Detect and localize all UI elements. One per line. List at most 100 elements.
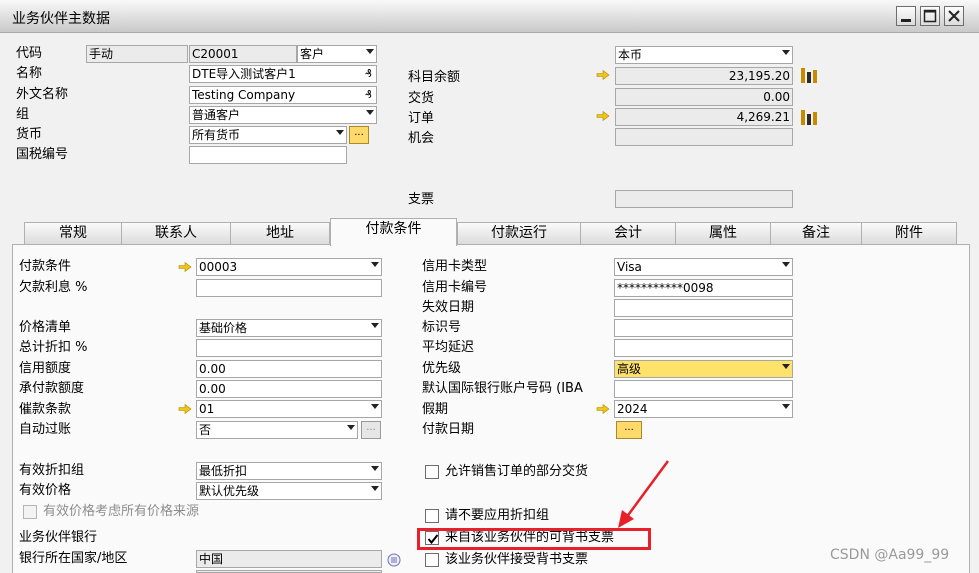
watermark: CSDN @Aa99_99	[830, 547, 950, 563]
chevron-down-icon	[366, 49, 374, 54]
auto-post-select[interactable]: 否	[196, 421, 358, 439]
total-discount-label: 总计折扣 %	[19, 340, 88, 355]
name-field[interactable]: DTE导入测试客户1 ₰	[189, 65, 377, 83]
credit-limit-field[interactable]: 0.00	[196, 360, 382, 378]
card-type-label: 信用卡类型	[422, 259, 488, 274]
avg-delay-field[interactable]	[614, 339, 793, 357]
chevron-down-icon	[782, 262, 790, 267]
holidays-value: 2024	[617, 402, 648, 416]
group-select[interactable]: 普通客户	[189, 106, 377, 124]
link-arrow-icon[interactable]	[178, 404, 192, 414]
accepts-endorsed-checkbox[interactable]	[425, 553, 439, 567]
tab-attachments[interactable]: 附件	[861, 222, 957, 244]
id-number-field[interactable]	[614, 319, 793, 337]
priority-value: 高级	[617, 362, 642, 376]
currency-display-select[interactable]: 本币	[615, 46, 793, 64]
list-icon[interactable]	[387, 553, 401, 567]
payment-dates-ellipsis-button[interactable]: ...	[616, 421, 642, 439]
bp-bank-heading: 业务伙伴银行	[19, 530, 98, 545]
group-value: 普通客户	[192, 108, 241, 122]
link-arrow-icon[interactable]	[178, 262, 192, 272]
maximize-icon[interactable]	[920, 6, 940, 26]
card-number-field[interactable]: ***********0098	[614, 279, 793, 297]
code-field[interactable]: C20001	[189, 45, 297, 63]
dunning-label: 催款条款	[19, 402, 72, 417]
currency-ellipsis-button[interactable]: ...	[349, 126, 369, 144]
bp-type-select[interactable]: 客户	[297, 45, 377, 63]
tab-properties[interactable]: 属性	[675, 222, 771, 244]
tab-addresses[interactable]: 地址	[230, 222, 330, 244]
expiry-field[interactable]	[614, 299, 793, 317]
deliveries-label: 交货	[408, 91, 435, 106]
translate-icon[interactable]: ₰	[365, 87, 372, 103]
orders-field: 4,269.21	[615, 108, 793, 126]
effective-price-value: 默认优先级	[199, 484, 260, 498]
currency-display-value: 本币	[618, 48, 643, 62]
accepts-endorsed-label: 该业务伙伴接受背书支票	[445, 552, 589, 567]
tab-payment-run[interactable]: 付款运行	[457, 222, 581, 244]
tax-id-label: 国税编号	[16, 147, 69, 162]
window-title: 业务伙伴主数据	[12, 11, 110, 27]
dunning-select[interactable]: 01	[196, 400, 382, 418]
avg-delay-label: 平均延迟	[422, 340, 475, 355]
name-value: DTE导入测试客户1	[192, 67, 296, 81]
partial-delivery-checkbox[interactable]	[425, 465, 439, 479]
chevron-down-icon	[371, 404, 379, 409]
tax-id-field[interactable]	[189, 146, 347, 164]
link-arrow-icon[interactable]	[596, 70, 610, 80]
effective-price-select[interactable]: 默认优先级	[196, 482, 382, 500]
bar-chart-icon[interactable]	[800, 66, 818, 84]
priority-select[interactable]: 高级	[614, 360, 793, 378]
checks-field	[615, 190, 793, 208]
interest-label: 欠款利息 %	[19, 280, 88, 295]
id-number-label: 标识号	[422, 320, 462, 335]
card-number-label: 信用卡编号	[422, 280, 488, 295]
price-list-value: 基础价格	[199, 321, 248, 335]
auto-post-label: 自动过账	[19, 422, 72, 437]
bank-country-field[interactable]: 中国	[196, 550, 382, 568]
chevron-down-icon	[782, 50, 790, 55]
tab-payment-terms[interactable]: 付款条件	[330, 218, 457, 246]
group-label: 组	[16, 107, 30, 122]
name-label: 名称	[16, 66, 43, 81]
highlight-box	[417, 528, 651, 550]
auto-post-ellipsis-button[interactable]: ...	[361, 421, 381, 439]
code-mode-field[interactable]: 手动	[86, 45, 188, 63]
holidays-select[interactable]: 2024	[614, 400, 793, 418]
price-list-label: 价格清单	[19, 320, 72, 335]
bar-chart-icon[interactable]	[800, 108, 818, 126]
currency-label: 货币	[16, 127, 43, 142]
commitment-limit-field[interactable]: 0.00	[196, 380, 382, 398]
opportunities-field	[615, 128, 793, 146]
annotation-arrow-icon	[618, 460, 670, 528]
tab-accounting[interactable]: 会计	[580, 222, 676, 244]
foreign-name-field[interactable]: Testing Company ₰	[189, 86, 377, 104]
total-discount-field[interactable]	[196, 339, 382, 357]
discount-group-value: 最低折扣	[199, 464, 248, 478]
minimize-icon[interactable]	[896, 6, 916, 26]
credit-limit-label: 信用额度	[19, 361, 72, 376]
holidays-label: 假期	[422, 402, 449, 417]
tab-general[interactable]: 常规	[24, 222, 122, 244]
payment-terms-label: 付款条件	[19, 259, 72, 274]
link-arrow-icon[interactable]	[596, 404, 610, 414]
discount-group-select[interactable]: 最低折扣	[196, 462, 382, 480]
close-icon[interactable]	[944, 6, 964, 26]
chevron-down-icon	[347, 425, 355, 430]
price-list-select[interactable]: 基础价格	[196, 319, 382, 337]
tab-remarks[interactable]: 备注	[770, 222, 862, 244]
link-arrow-icon[interactable]	[596, 111, 610, 121]
auto-post-value: 否	[199, 423, 212, 437]
translate-icon[interactable]: ₰	[365, 66, 372, 82]
dunning-value: 01	[199, 402, 215, 416]
default-iban-field[interactable]	[614, 380, 793, 398]
payment-terms-select[interactable]: 00003	[196, 258, 382, 276]
tab-contacts[interactable]: 联系人	[121, 222, 231, 244]
interest-field[interactable]	[196, 279, 382, 297]
partial-delivery-label: 允许销售订单的部分交货	[445, 464, 589, 479]
currency-select[interactable]: 所有货币	[189, 126, 347, 144]
no-discount-checkbox[interactable]	[425, 509, 439, 523]
chevron-down-icon	[371, 323, 379, 328]
card-type-select[interactable]: Visa	[614, 258, 793, 276]
currency-value: 所有货币	[192, 128, 241, 142]
